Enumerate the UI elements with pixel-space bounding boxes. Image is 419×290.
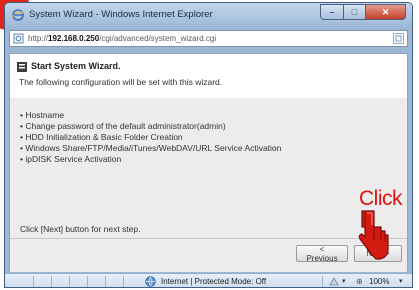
status-separator — [322, 276, 323, 287]
list-item: ipDISK Service Activation — [20, 154, 281, 165]
minimize-button[interactable]: – — [320, 4, 344, 20]
divider — [10, 238, 407, 239]
list-item: HDD Initialization & Basic Folder Creati… — [20, 132, 281, 143]
status-separator — [123, 276, 124, 287]
status-separator — [87, 276, 88, 287]
footer-note: Click [Next] button for next step. — [20, 224, 141, 234]
previous-button[interactable]: < Previous — [296, 245, 348, 263]
maximize-button[interactable]: □ — [344, 4, 366, 20]
ie-logo-icon — [11, 9, 25, 21]
status-bar: Internet | Protected Mode: Off ▾ ⊕ 100% … — [5, 273, 412, 287]
wizard-page: Start System Wizard. The following confi… — [9, 53, 408, 272]
status-separator — [105, 276, 106, 287]
security-zone-text[interactable]: Internet | Protected Mode: Off — [161, 277, 266, 286]
address-url[interactable]: http://192.168.0.250/cgi/advanced/system… — [28, 34, 216, 43]
address-bar[interactable]: http://192.168.0.250/cgi/advanced/system… — [9, 30, 408, 47]
list-item: Windows Share/FTP/Media/iTunes/WebDAV/UR… — [20, 143, 281, 154]
list-item: Hostname — [20, 110, 281, 121]
protected-mode-icon[interactable] — [328, 276, 340, 287]
url-path: /cgi/advanced/system_wizard.cgi — [99, 34, 217, 43]
task-list: Hostname Change password of the default … — [20, 110, 281, 165]
window-title: System Wizard - Windows Internet Explore… — [29, 9, 213, 20]
chevron-down-icon[interactable]: ▾ — [399, 277, 403, 285]
pointing-hand-icon — [358, 210, 389, 260]
url-host: 192.168.0.250 — [48, 34, 100, 43]
chevron-down-icon[interactable]: ▾ — [342, 277, 346, 285]
zoom-level[interactable]: 100% — [369, 277, 389, 286]
list-item: Change password of the default administr… — [20, 121, 281, 132]
wizard-icon — [17, 62, 27, 72]
internet-globe-icon — [145, 276, 156, 287]
wizard-header: Start System Wizard. The following confi… — [10, 54, 407, 99]
wizard-title: Start System Wizard. — [31, 61, 121, 71]
title-bar[interactable]: System Wizard - Windows Internet Explore… — [5, 3, 412, 27]
status-separator — [69, 276, 70, 287]
zoom-icon[interactable]: ⊕ — [356, 277, 363, 286]
wizard-body: Hostname Change password of the default … — [10, 98, 407, 272]
wizard-subtitle: The following configuration will be set … — [19, 77, 223, 87]
page-icon — [13, 33, 24, 44]
status-separator — [51, 276, 52, 287]
page-compat-icon[interactable] — [393, 33, 404, 44]
browser-window: System Wizard - Windows Internet Explore… — [4, 2, 413, 288]
window-controls: – □ ✕ — [320, 4, 406, 20]
close-button[interactable]: ✕ — [366, 4, 406, 20]
status-separator — [33, 276, 34, 287]
url-prefix: http:// — [28, 34, 49, 43]
